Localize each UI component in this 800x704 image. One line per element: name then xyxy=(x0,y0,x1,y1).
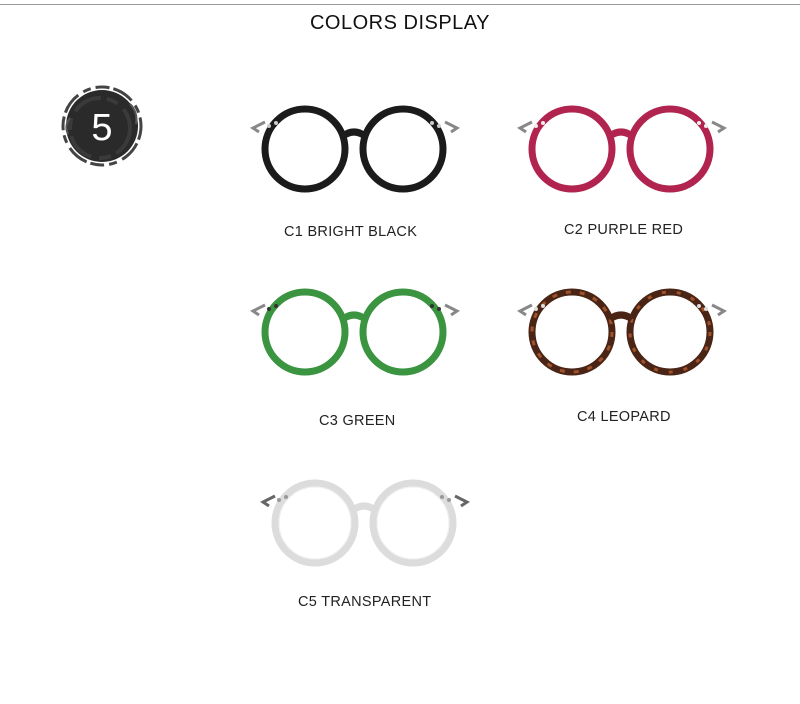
glasses-c4-image xyxy=(512,287,732,377)
top-divider xyxy=(0,4,800,5)
color-label-c5: C5 TRANSPARENT xyxy=(298,594,432,610)
color-label-c3: C3 GREEN xyxy=(319,413,396,429)
glasses-c2-image xyxy=(512,104,732,194)
section-number-badge: 5 xyxy=(60,84,144,168)
glasses-c3-image xyxy=(245,287,465,377)
glasses-c1-image xyxy=(245,104,465,194)
brush-circle-icon: 5 xyxy=(61,85,143,167)
page-title: COLORS DISPLAY xyxy=(309,12,491,34)
color-label-c1: C1 BRIGHT BLACK xyxy=(284,224,418,240)
color-label-c2: C2 PURPLE RED xyxy=(564,222,684,238)
glasses-c5-image xyxy=(255,478,475,568)
badge-number: 5 xyxy=(91,107,112,149)
color-label-c4: C4 LEOPARD xyxy=(577,409,671,425)
